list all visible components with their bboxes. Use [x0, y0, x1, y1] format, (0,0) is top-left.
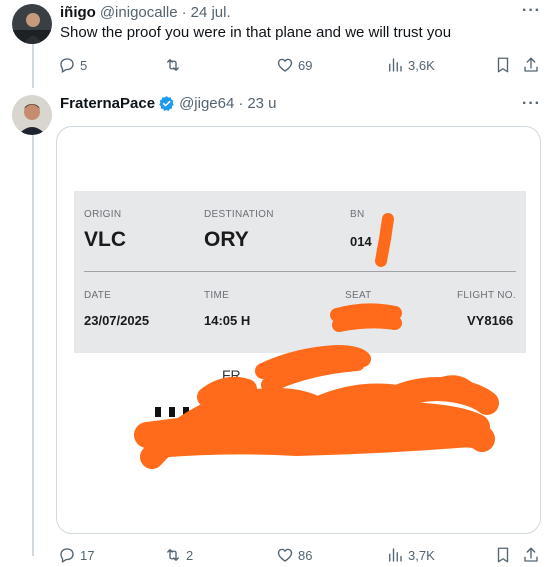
- views-button[interactable]: 3,6K: [386, 56, 435, 74]
- analytics-icon: [389, 548, 402, 562]
- tweet-image[interactable]: ORIGIN VLC DESTINATION ORY BN 014 DATE 2…: [56, 126, 541, 534]
- tweet-header: iñigo @inigocalle · 24 jul.: [60, 4, 231, 21]
- retweet-icon: [167, 549, 179, 561]
- tweet-actions: 5 69 3,6K: [56, 56, 546, 76]
- author-name[interactable]: iñigo: [60, 4, 96, 21]
- like-button[interactable]: 69: [276, 56, 312, 74]
- share-icon: [524, 547, 538, 562]
- author-handle[interactable]: @inigocalle: [100, 4, 178, 21]
- avatar[interactable]: [12, 95, 52, 135]
- retweet-button[interactable]: 2: [164, 546, 193, 564]
- bookmark-icon: [497, 57, 509, 73]
- reply-count: 17: [80, 547, 95, 563]
- like-count: 86: [298, 547, 313, 563]
- timestamp[interactable]: 23 u: [247, 95, 276, 112]
- view-count: 3,6K: [408, 57, 435, 73]
- heart-icon: [277, 548, 293, 562]
- more-options-icon[interactable]: ···: [522, 95, 541, 113]
- share-button[interactable]: [522, 56, 540, 74]
- bookmark-button[interactable]: [494, 546, 512, 564]
- timestamp[interactable]: 24 jul.: [191, 4, 231, 21]
- separator-dot: ·: [181, 4, 187, 21]
- heart-icon: [277, 58, 293, 72]
- bookmark-button[interactable]: [494, 56, 512, 74]
- tweet-actions: 17 2 86 3,7K: [56, 546, 546, 566]
- views-button[interactable]: 3,7K: [386, 546, 435, 564]
- avatar[interactable]: [12, 4, 52, 44]
- verified-badge-icon: [158, 95, 175, 112]
- retweet-count: 2: [186, 547, 194, 563]
- reply-button[interactable]: 5: [58, 56, 87, 74]
- thread-line: [32, 44, 34, 88]
- tweet-header: FraternaPace @jige64 · 23 u: [60, 95, 277, 112]
- reply-button[interactable]: 17: [58, 546, 94, 564]
- reply-count: 5: [80, 57, 88, 73]
- share-icon: [524, 57, 538, 72]
- separator-dot: ·: [238, 95, 244, 112]
- author-handle[interactable]: @jige64: [179, 95, 234, 112]
- author-name[interactable]: FraternaPace: [60, 95, 155, 112]
- bookmark-icon: [497, 547, 509, 563]
- like-count: 69: [298, 57, 313, 73]
- share-button[interactable]: [522, 546, 540, 564]
- retweet-button[interactable]: [164, 56, 186, 74]
- more-options-icon[interactable]: ···: [522, 2, 541, 20]
- view-count: 3,7K: [408, 547, 435, 563]
- thread-line: [32, 134, 34, 556]
- reply-icon: [60, 58, 74, 73]
- redaction-scribble: [134, 213, 499, 469]
- reply-icon: [60, 548, 74, 563]
- analytics-icon: [389, 58, 402, 72]
- retweet-icon: [167, 59, 179, 71]
- tweet-text: Show the proof you were in that plane an…: [60, 24, 452, 41]
- like-button[interactable]: 86: [276, 546, 312, 564]
